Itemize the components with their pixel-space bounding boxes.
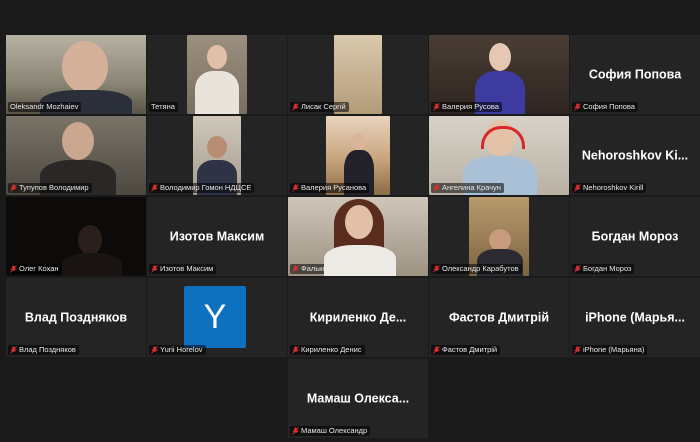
participant-tile[interactable]: Володимир Гомон НДЦСЕ [147, 116, 287, 195]
participant-tile[interactable]: Изотов Максим Изотов Максим [147, 197, 287, 276]
participant-tile[interactable]: Кириленко Де... Кириленко Денис [288, 278, 428, 357]
participant-display-name: Богдан Мороз [591, 228, 679, 243]
mic-muted-icon [10, 265, 17, 273]
participant-display-name: Влад Поздняков [24, 309, 128, 324]
mic-muted-icon [292, 265, 299, 273]
participant-name-label: Богдан Мороз [572, 264, 635, 274]
participant-name-label: София Попова [572, 102, 638, 112]
participant-tile[interactable]: Олександр Карабутов [429, 197, 569, 276]
participant-name-label: Володимир Гомон НДЦСЕ [149, 183, 255, 193]
participant-name-label: Валерия Русанова [290, 183, 370, 193]
mic-muted-icon [292, 346, 299, 354]
participant-tile[interactable]: Влад Поздняков Влад Поздняков [6, 278, 146, 357]
participant-tile[interactable]: Валерия Русанова [288, 116, 428, 195]
participant-display-name: Кириленко Де... [309, 309, 407, 324]
mic-muted-icon [292, 103, 299, 111]
participant-tile[interactable]: Богдан Мороз Богдан Мороз [570, 197, 700, 276]
participant-name-label: Изотов Максим [149, 264, 217, 274]
participant-tile[interactable]: София Попова София Попова [570, 35, 700, 114]
participant-tile[interactable]: Nehoroshkov Ki... Nehoroshkov Kirill [570, 116, 700, 195]
participant-name-label: Тетяна [149, 102, 178, 112]
participant-name-label: Влад Поздняков [8, 345, 79, 355]
participant-tile[interactable]: Олег Кохан [6, 197, 146, 276]
participant-name-label: Yurii Horelov [149, 345, 206, 355]
participant-tile[interactable]: Тупупов Володимир [6, 116, 146, 195]
participant-name-label: Кириленко Денис [290, 345, 365, 355]
mic-muted-icon [433, 103, 440, 111]
mic-muted-icon [292, 184, 299, 192]
participant-tile[interactable]: Лисак Сергій [288, 35, 428, 114]
participant-display-name: София Попова [588, 66, 682, 81]
mic-muted-icon [574, 184, 581, 192]
participant-tile[interactable]: Фастов Дмитрій Фастов Дмитрій [429, 278, 569, 357]
mic-muted-icon [151, 346, 158, 354]
mic-muted-icon [574, 265, 581, 273]
participant-name-label: Фастов Дмитрій [431, 345, 501, 355]
participant-name-label: Тупупов Володимир [8, 183, 92, 193]
mic-muted-icon [433, 265, 440, 273]
participant-name-label: Oleksandr Mozhaiev [8, 102, 82, 112]
participant-tile[interactable]: iPhone (Марья... iPhone (Марьяна) [570, 278, 700, 357]
participant-name-label: Ангелина Крачун [431, 183, 504, 193]
avatar: Y [184, 286, 246, 348]
participant-display-name: Nehoroshkov Ki... [581, 147, 689, 162]
mic-muted-icon [10, 184, 17, 192]
mic-muted-icon [151, 184, 158, 192]
participant-display-name: iPhone (Марья... [585, 309, 685, 324]
participant-tile[interactable]: Тетяна [147, 35, 287, 114]
participant-tile[interactable]: Валерия Русова [429, 35, 569, 114]
mic-muted-icon [433, 184, 440, 192]
mic-muted-icon [574, 103, 581, 111]
participant-display-name: Мамаш Олекса... [306, 390, 410, 405]
mic-muted-icon [292, 427, 299, 435]
participant-video [187, 35, 247, 114]
participant-name-label: Олег Кохан [8, 264, 62, 274]
participant-display-name: Изотов Максим [169, 228, 265, 243]
participant-tile[interactable]: Oleksandr Mozhaiev [6, 35, 146, 114]
mic-muted-icon [10, 346, 17, 354]
participant-name-label: Мамаш Олександр [290, 426, 371, 436]
participant-tile[interactable]: Мамаш Олекса... Мамаш Олександр [288, 359, 428, 438]
participant-name-label: Лисак Сергій [290, 102, 349, 112]
participant-display-name: Фастов Дмитрій [448, 309, 550, 324]
participant-name-label: iPhone (Марьяна) [572, 345, 648, 355]
mic-muted-icon [574, 346, 581, 354]
participant-tile[interactable]: Ангелина Крачун [429, 116, 569, 195]
participant-name-label: Валерия Русова [431, 102, 502, 112]
mic-muted-icon [151, 265, 158, 273]
participant-tile[interactable]: Фалько Олена [288, 197, 428, 276]
participant-name-label: Nehoroshkov Kirill [572, 183, 647, 193]
participant-tile[interactable]: Y Yurii Horelov [147, 278, 287, 357]
mic-muted-icon [433, 346, 440, 354]
participant-name-label: Олександр Карабутов [431, 264, 522, 274]
